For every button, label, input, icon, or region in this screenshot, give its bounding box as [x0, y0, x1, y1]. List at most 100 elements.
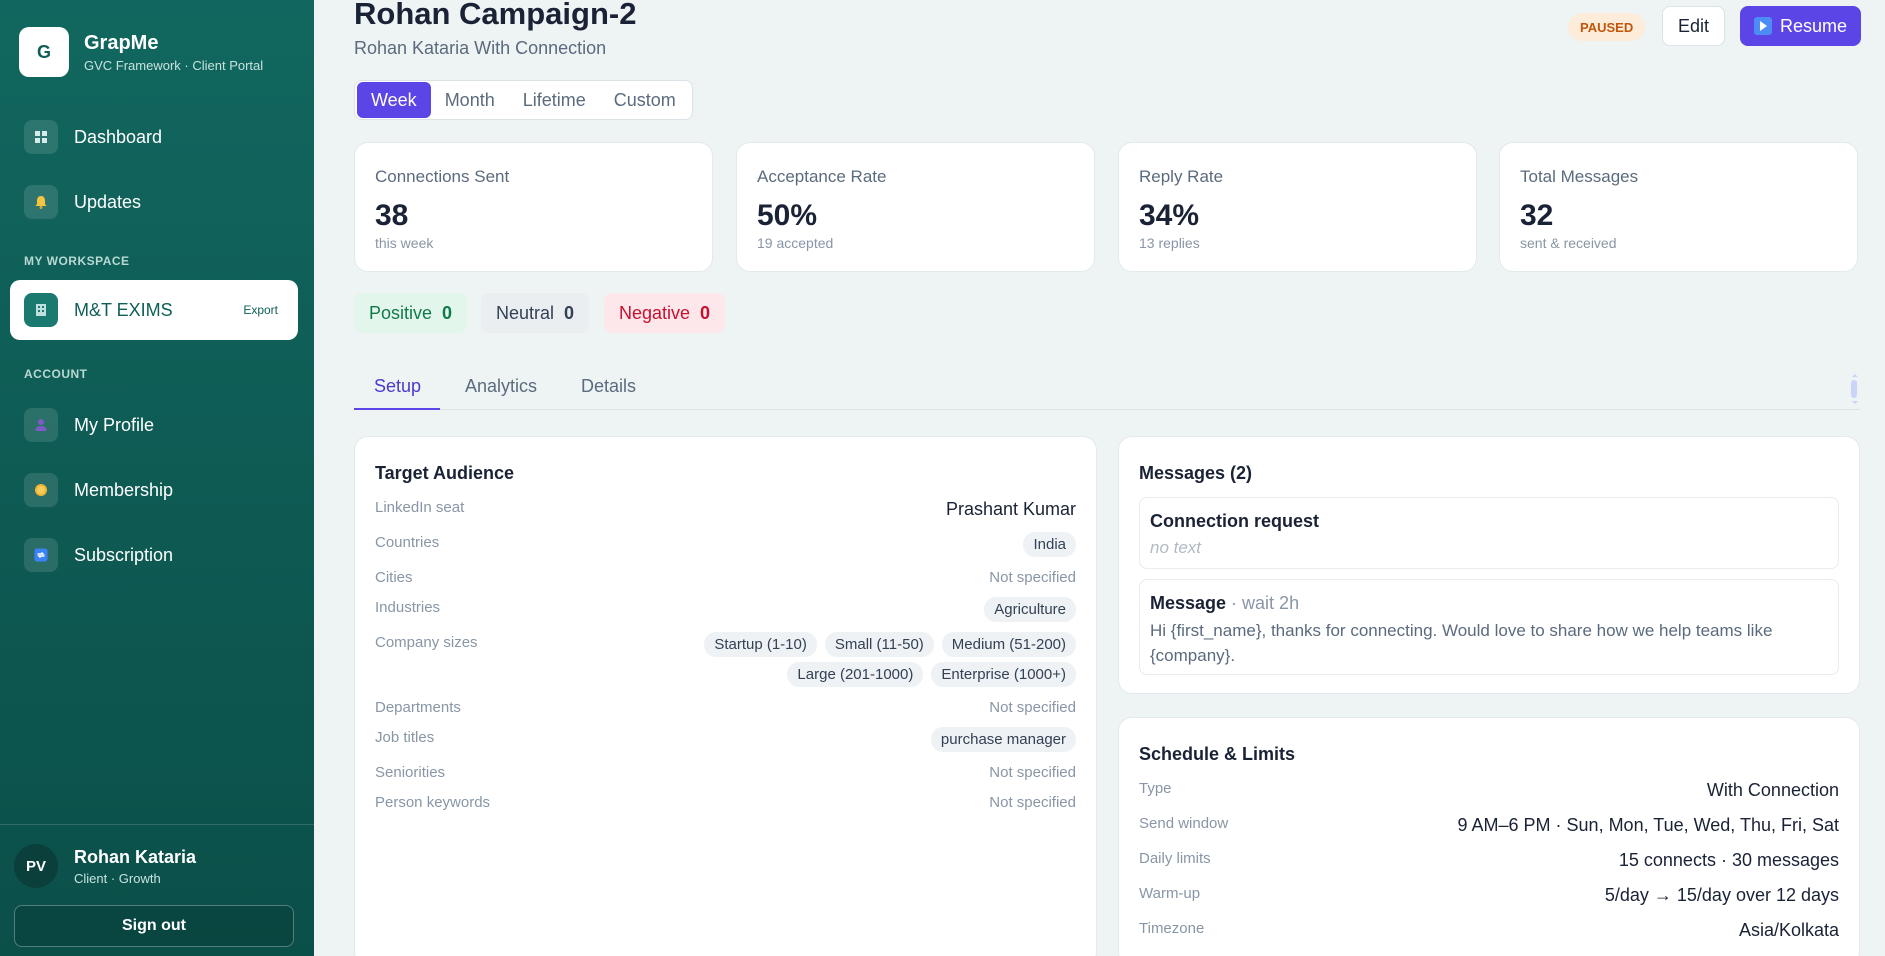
sentiment-label: Neutral [496, 302, 555, 323]
chip: Medium (51-200) [941, 632, 1076, 657]
tab-analytics[interactable]: Analytics [465, 376, 537, 397]
export-link[interactable]: Export [243, 303, 278, 317]
message-body: Hi {first_name}, thanks for connecting. … [1150, 621, 1773, 665]
sidebar-item-label: Updates [74, 191, 142, 212]
message-body: no text [1150, 538, 1202, 557]
target-audience-panel: Target Audience LinkedIn seat Prashant K… [354, 436, 1097, 956]
range-tab-month[interactable]: Month [431, 82, 509, 118]
stat-label: Acceptance Rate [757, 167, 887, 186]
sidebar-item-membership[interactable]: Membership [10, 460, 298, 520]
panel-title: Target Audience [375, 463, 515, 483]
sentiment-neutral[interactable]: Neutral 0 [481, 293, 590, 333]
schedule-label: Warm-up [1139, 885, 1201, 902]
resume-button[interactable]: Resume [1740, 6, 1861, 46]
linkedin-seat-value: Prashant Kumar [945, 499, 1076, 519]
sidebar-item-updates[interactable]: Updates [10, 172, 298, 232]
tabs-scroll-handle[interactable] [1851, 372, 1859, 406]
person-keywords-label: Person keywords [375, 794, 491, 811]
job-titles-chips: purchase manager [696, 727, 1076, 752]
sentiment-count: 0 [564, 302, 575, 323]
sidebar-item-my-profile[interactable]: My Profile [10, 395, 298, 455]
range-tab-custom[interactable]: Custom [600, 82, 690, 118]
company-sizes-chips: Startup (1-10) Small (11-50) Medium (51-… [696, 632, 1076, 687]
sidebar-item-mt-exims[interactable]: M&T EXIMS Export [10, 280, 298, 340]
seniorities-value: Not specified [989, 764, 1076, 781]
chip: purchase manager [930, 727, 1076, 752]
user-name: Rohan Kataria [74, 846, 197, 867]
stat-label: Reply Rate [1139, 167, 1224, 186]
chip: Startup (1-10) [704, 632, 817, 657]
scroll-thumb[interactable] [1851, 380, 1857, 398]
stat-value: 32 [1520, 199, 1554, 232]
panel-title: Schedule & Limits [1139, 744, 1296, 764]
person-icon [24, 408, 58, 442]
active-tab-indicator [354, 408, 440, 410]
section-label-workspace: MY WORKSPACE [24, 254, 130, 268]
tab-setup[interactable]: Setup [374, 376, 421, 397]
range-tabs: Week Month Lifetime Custom [354, 80, 693, 120]
sidebar-item-label: Subscription [74, 544, 174, 565]
chip: Small (11-50) [824, 632, 934, 657]
sidebar-item-label: Dashboard [74, 126, 163, 147]
message-title: Message · wait 2h [1150, 593, 1299, 614]
chip: Agriculture [984, 597, 1076, 622]
industries-label: Industries [375, 599, 441, 616]
cities-label: Cities [375, 569, 413, 586]
message-wait: · wait 2h [1226, 593, 1300, 613]
stat-card-acceptance-rate: Acceptance Rate 50% 19 accepted [736, 142, 1095, 272]
page-subtitle: Rohan Kataria With Connection [354, 38, 607, 58]
stat-card-reply-rate: Reply Rate 34% 13 replies [1118, 142, 1477, 272]
stat-value: 38 [375, 199, 409, 232]
sentiment-positive[interactable]: Positive 0 [354, 293, 468, 333]
sentiment-count: 0 [700, 302, 711, 323]
departments-label: Departments [375, 699, 461, 716]
sidebar-divider [0, 824, 314, 825]
sidebar-item-subscription[interactable]: Subscription [10, 525, 298, 585]
user-card[interactable]: PV Rohan Kataria Client · Growth [14, 844, 196, 888]
schedule-label: Timezone [1139, 920, 1205, 937]
schedule-value: 15 connects · 30 messages [1618, 850, 1839, 870]
message-item-followup[interactable]: Message · wait 2h Hi {first_name}, thank… [1139, 579, 1839, 675]
schedule-label: Type [1139, 780, 1172, 797]
brand[interactable]: G GrapMe GVC Framework · Client Portal [19, 27, 263, 77]
schedule-label: Daily limits [1139, 850, 1211, 867]
schedule-value: 5/day → 15/day over 12 days [1604, 885, 1839, 905]
brand-name: GrapMe [84, 31, 159, 54]
sentiment-negative[interactable]: Negative 0 [604, 293, 726, 333]
sidebar-item-label: Membership [74, 479, 174, 500]
stat-sub: 13 replies [1139, 235, 1200, 251]
sidebar: G GrapMe GVC Framework · Client Portal D… [0, 0, 314, 956]
schedule-value: With Connection [1706, 780, 1839, 800]
range-tab-lifetime[interactable]: Lifetime [509, 82, 600, 118]
sidebar-item-label: M&T EXIMS [74, 299, 173, 320]
stat-sub: 19 accepted [757, 235, 834, 251]
industries-chips: Agriculture [696, 597, 1076, 622]
schedule-panel: Schedule & Limits Type With Connection S… [1118, 717, 1860, 956]
schedule-value: 9 AM–6 PM · Sun, Mon, Tue, Wed, Thu, Fri… [1457, 815, 1840, 835]
message-item-connection-request[interactable]: Connection request no text [1139, 497, 1839, 569]
linkedin-seat-label: LinkedIn seat [375, 499, 465, 516]
countries-label: Countries [375, 534, 440, 551]
chip: Large (201-1000) [787, 662, 924, 687]
grid-icon [24, 120, 58, 154]
tab-details[interactable]: Details [581, 376, 636, 397]
messages-panel: Messages (2) Connection request no text … [1118, 436, 1860, 694]
content-tabs: Setup Analytics Details [354, 368, 1860, 410]
countries-chips: India [696, 532, 1076, 557]
sign-out-button[interactable]: Sign out [14, 905, 294, 947]
message-title: Connection request [1150, 511, 1319, 532]
bell-icon [24, 185, 58, 219]
stat-card-total-messages: Total Messages 32 sent & received [1499, 142, 1858, 272]
stat-label: Total Messages [1520, 167, 1639, 186]
range-tab-week[interactable]: Week [357, 82, 431, 118]
schedule-label: Send window [1139, 815, 1229, 832]
stat-value: 34% [1139, 199, 1200, 232]
brand-logo: G [19, 27, 69, 77]
person-keywords-value: Not specified [989, 794, 1076, 811]
job-titles-label: Job titles [375, 729, 435, 746]
building-icon [24, 293, 58, 327]
edit-button[interactable]: Edit [1662, 6, 1725, 46]
sidebar-item-label: My Profile [74, 414, 155, 435]
sidebar-item-dashboard[interactable]: Dashboard [10, 107, 298, 167]
chip: India [1023, 532, 1076, 557]
